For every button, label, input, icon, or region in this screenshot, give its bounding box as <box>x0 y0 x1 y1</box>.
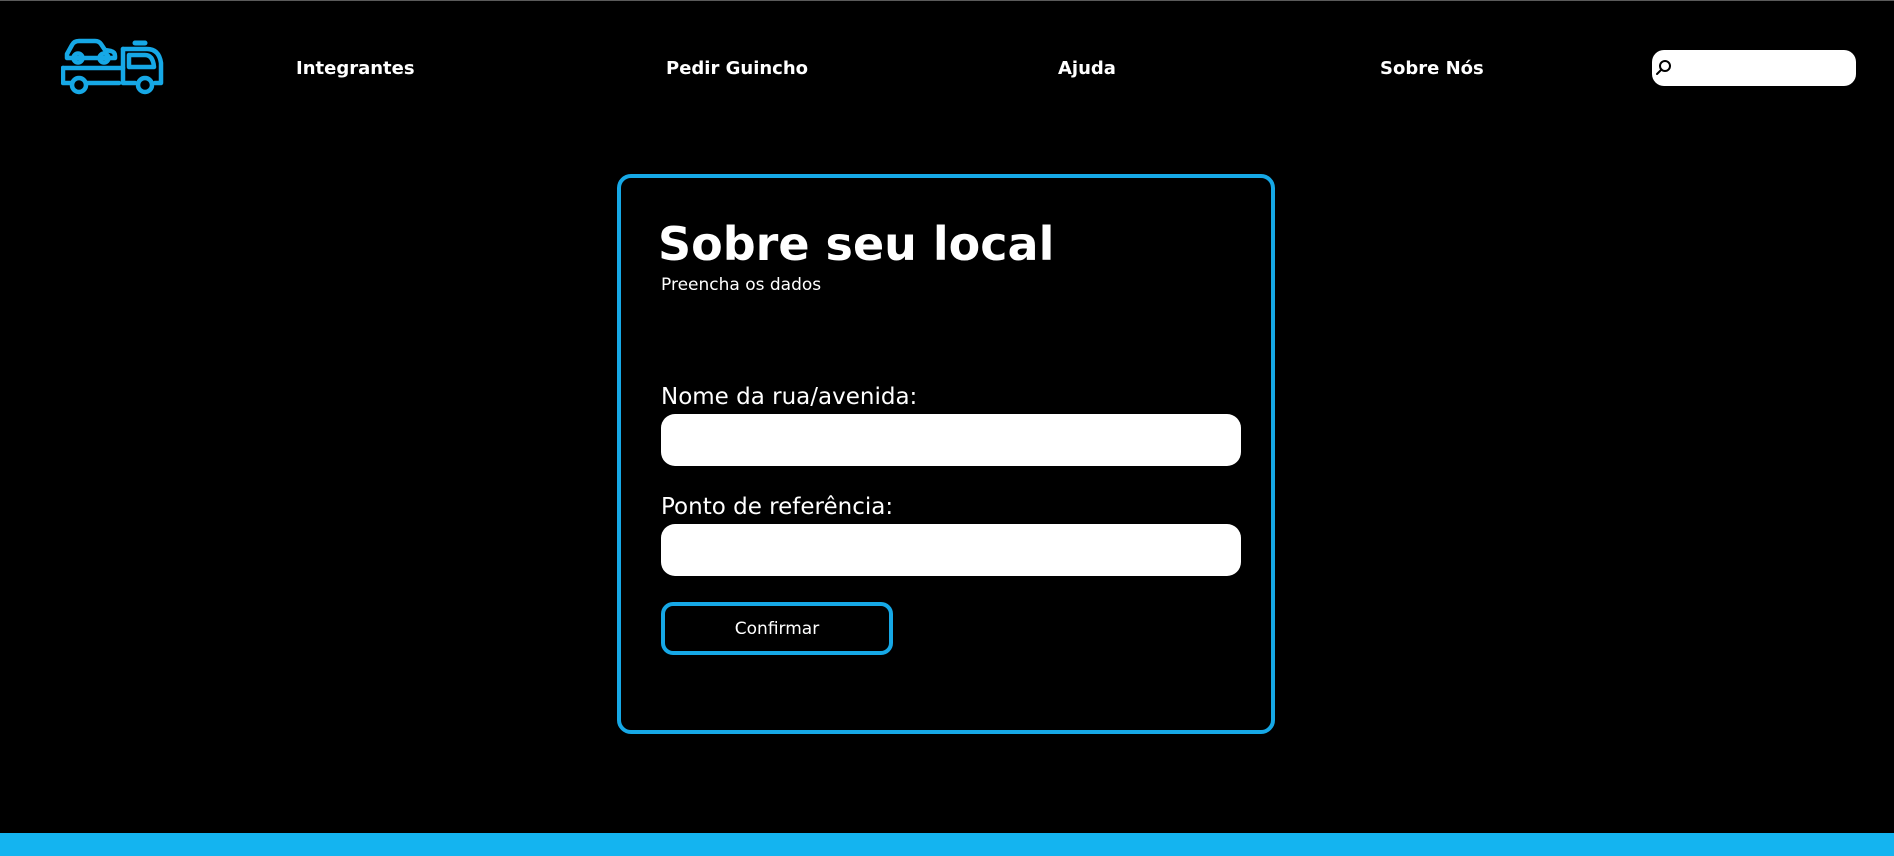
search-box <box>1652 50 1856 86</box>
form-title: Sobre seu local <box>658 217 1055 271</box>
search-input[interactable] <box>1676 52 1852 84</box>
top-border <box>0 0 1894 1</box>
search-icon[interactable] <box>1654 58 1674 78</box>
tow-truck-icon[interactable] <box>61 35 165 95</box>
street-name-label: Nome da rua/avenida: <box>661 384 918 410</box>
reference-point-input[interactable] <box>661 524 1241 576</box>
confirm-button[interactable]: Confirmar <box>661 602 893 655</box>
location-form-card: Sobre seu local Preencha os dados Nome d… <box>617 174 1275 734</box>
nav-link-pedir-guincho[interactable]: Pedir Guincho <box>666 56 808 82</box>
street-name-input[interactable] <box>661 414 1241 466</box>
reference-point-label: Ponto de referência: <box>661 494 894 520</box>
form-subtitle: Preencha os dados <box>661 275 822 295</box>
footer-bar <box>0 833 1894 856</box>
nav-link-sobre-nos[interactable]: Sobre Nós <box>1380 56 1484 82</box>
nav-link-integrantes[interactable]: Integrantes <box>296 56 415 82</box>
nav-link-ajuda[interactable]: Ajuda <box>1058 56 1116 82</box>
